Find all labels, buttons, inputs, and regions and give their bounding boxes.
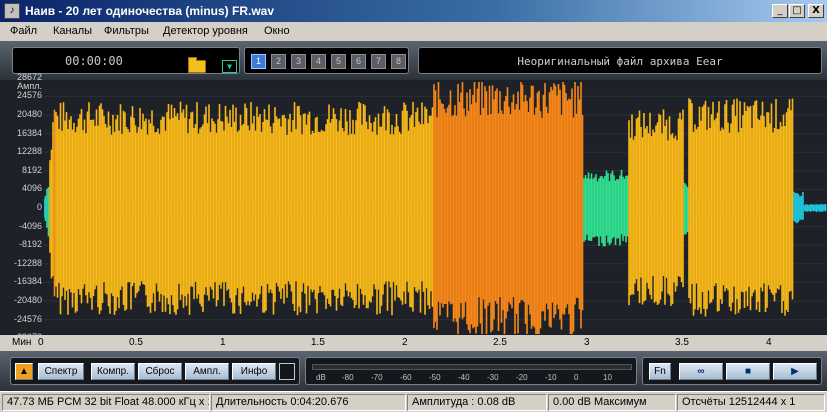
x-tick-label: 1.5 (311, 337, 325, 348)
status-samples: Отсчёты 12512444 x 1 (677, 394, 825, 411)
analysis-panel: ▲ Спектр Компр. Сброс Ампл. Инфо (10, 357, 300, 385)
meter-scale: dB -80 -70 -60 -50 -40 -30 -20 -10 0 10 (312, 362, 632, 382)
y-tick-label: -4096 (18, 220, 42, 231)
bottom-toolbar: ▲ Спектр Компр. Сброс Ампл. Инфо dB -80 -… (0, 351, 827, 391)
spectrum-button[interactable]: Спектр (38, 363, 84, 380)
status-bar: 47.73 МБ PCM 32 bit Float 48.000 кГц x 1… (0, 391, 827, 412)
top-toolbar: 00:00:00 ▼ 1 2 3 4 5 6 7 8 Неоригинальны… (0, 41, 827, 80)
meter-tick-label: -30 (487, 373, 499, 382)
x-axis[interactable]: Мин 0 0.5 1 1.5 2 2.5 3 3.5 4 (0, 335, 827, 351)
y-tick-label: 8192 (21, 164, 42, 175)
app-icon[interactable]: ♪ (4, 3, 20, 19)
folder-icon[interactable] (188, 57, 206, 73)
meter-tick-label: 0 (574, 373, 579, 382)
reset-button[interactable]: Сброс (138, 363, 182, 380)
close-button[interactable]: X (808, 4, 824, 18)
play-icon[interactable]: ▶ (773, 363, 817, 380)
y-tick-label: 24576 (16, 90, 42, 101)
app-window: ♪ Наив - 20 лет одиночества (minus) FR.w… (0, 0, 827, 412)
y-tick-label: 0 (36, 202, 42, 212)
meter-tick-label: 10 (603, 373, 612, 382)
window-title: Наив - 20 лет одиночества (minus) FR.wav (25, 4, 275, 18)
y-tick-label: 4096 (21, 183, 42, 194)
status-maximum: 0.00 dB Максимум (548, 394, 676, 411)
transport-panel: Fn ∞ ■ ▶ (642, 357, 822, 385)
info-button[interactable]: Инфо (232, 363, 276, 380)
channel-3-button[interactable]: 3 (291, 54, 306, 69)
channel-2-button[interactable]: 2 (271, 54, 286, 69)
channel-selector: 1 2 3 4 5 6 7 8 (244, 47, 409, 74)
time-readout: 00:00:00 (65, 54, 123, 68)
meter-unit: dB (316, 373, 326, 382)
menu-filters[interactable]: Фильтры (104, 25, 149, 37)
status-duration: Длительность 0:04:20.676 (211, 394, 406, 411)
y-axis: Ампл. 28672 24576 20480 16384 12288 8192 4096 0… (0, 72, 44, 342)
meter-tick-label: -40 (458, 373, 470, 382)
meter-tick-label: -50 (429, 373, 441, 382)
y-tick-label: 28672 (16, 71, 42, 82)
info-display: Неоригинальный файл архива Eear (418, 47, 822, 74)
waveform-mode-icon[interactable]: ▲ (15, 363, 33, 380)
menu-level-detector[interactable]: Детектор уровня (163, 25, 248, 37)
menu-file[interactable]: Файл (10, 25, 37, 37)
channel-5-button[interactable]: 5 (331, 54, 346, 69)
compress-button[interactable]: Компр. (91, 363, 135, 380)
menu-bar: Файл Каналы Фильтры Детектор уровня Окно (0, 22, 827, 41)
status-amplitude: Амплитуда : 0.08 dB (407, 394, 547, 411)
meter-bar (312, 364, 632, 370)
channel-7-button[interactable]: 7 (371, 54, 386, 69)
y-tick-label: -24576 (13, 313, 42, 324)
channel-8-button[interactable]: 8 (391, 54, 406, 69)
menu-channels[interactable]: Каналы (53, 25, 92, 37)
loop-icon[interactable]: ∞ (679, 363, 723, 380)
x-axis-unit: Мин (12, 337, 32, 348)
channel-6-button[interactable]: 6 (351, 54, 366, 69)
waveform-area[interactable]: Ампл. 28672 24576 20480 16384 12288 8192 4096 0… (0, 72, 827, 351)
fn-button[interactable]: Fn (649, 363, 671, 380)
y-tick-label: 12288 (16, 146, 42, 157)
channel-1-button[interactable]: 1 (251, 54, 266, 69)
x-tick-label: 0 (38, 337, 44, 348)
status-format: 47.73 МБ PCM 32 bit Float 48.000 кГц x 1 (2, 394, 210, 411)
x-tick-label: 1 (220, 337, 226, 348)
meter-tick-label: -80 (342, 373, 354, 382)
x-tick-label: 4 (766, 337, 772, 348)
toggle-square-icon[interactable] (279, 363, 295, 380)
title-bar[interactable]: ♪ Наив - 20 лет одиночества (minus) FR.w… (0, 0, 827, 22)
time-display: 00:00:00 ▼ (12, 47, 240, 74)
x-tick-label: 3.5 (675, 337, 689, 348)
menu-window[interactable]: Окно (264, 25, 290, 37)
x-tick-label: 2 (402, 337, 408, 348)
waveform-plot[interactable] (44, 80, 827, 335)
y-tick-label: 16384 (16, 127, 42, 138)
level-meter: dB -80 -70 -60 -50 -40 -30 -20 -10 0 10 (305, 357, 637, 385)
x-tick-label: 0.5 (129, 337, 143, 348)
y-tick-label: -16384 (13, 276, 42, 287)
channel-4-button[interactable]: 4 (311, 54, 326, 69)
amplitude-button[interactable]: Ампл. (185, 363, 229, 380)
dropdown-icon[interactable]: ▼ (222, 60, 237, 73)
meter-tick-label: -10 (545, 373, 557, 382)
x-tick-label: 3 (584, 337, 590, 348)
y-tick-label: -8192 (18, 239, 42, 250)
stop-icon[interactable]: ■ (726, 363, 770, 380)
minimize-button[interactable]: _ (772, 4, 788, 18)
info-text: Неоригинальный файл архива Eear (517, 55, 723, 68)
meter-tick-label: -70 (371, 373, 383, 382)
meter-tick-label: -60 (400, 373, 412, 382)
y-tick-label: 20480 (16, 109, 42, 119)
y-tick-label: -20480 (13, 295, 42, 305)
x-tick-label: 2.5 (493, 337, 507, 348)
y-tick-label: -12288 (13, 257, 42, 268)
meter-tick-label: -20 (516, 373, 528, 382)
maximize-button[interactable]: □ (789, 4, 805, 18)
